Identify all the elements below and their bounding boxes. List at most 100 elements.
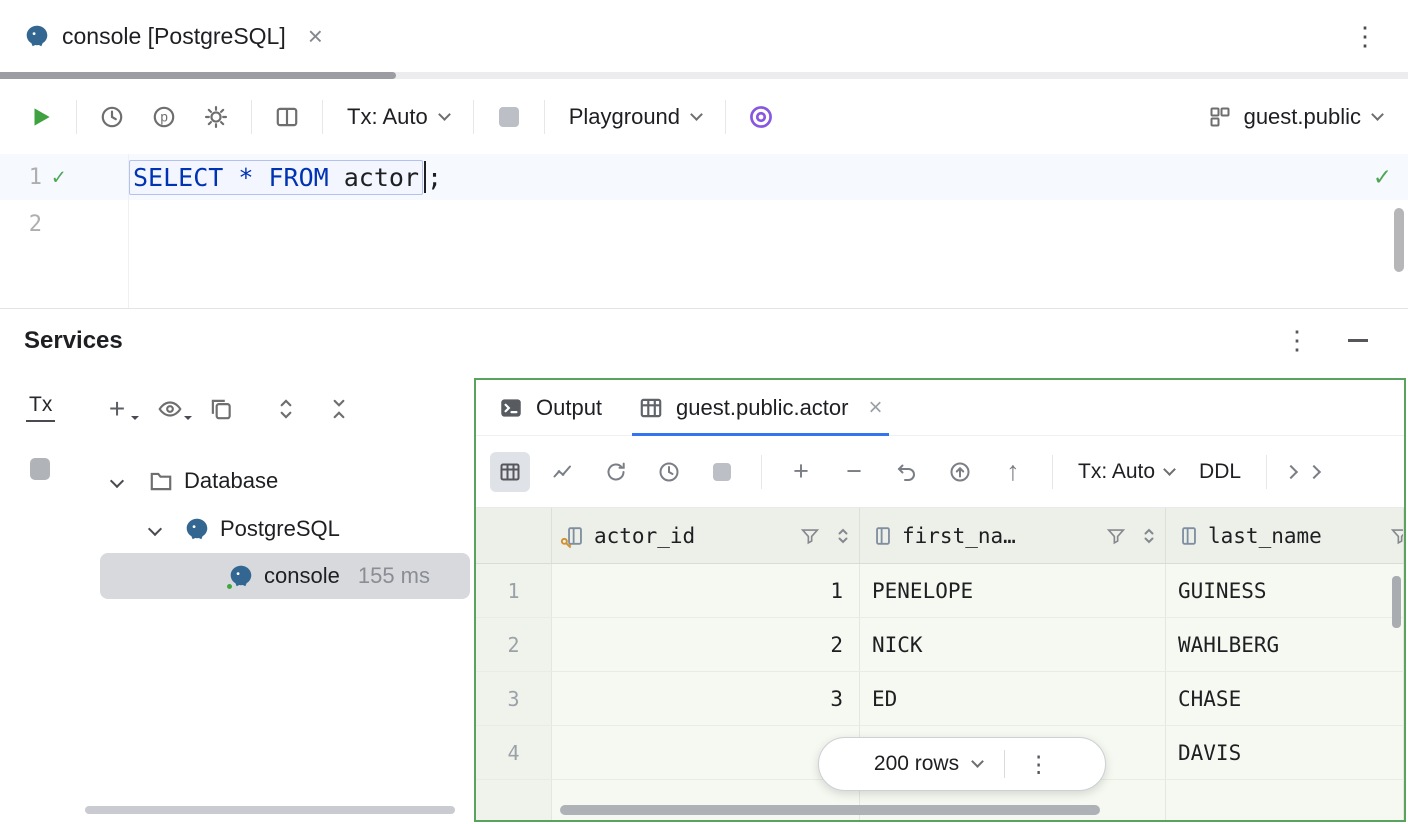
row-number-cell[interactable]: 1 bbox=[476, 564, 552, 617]
column-header-actor-id[interactable]: actor_id bbox=[552, 508, 860, 563]
undo-button[interactable] bbox=[887, 452, 927, 492]
row-number-cell bbox=[476, 780, 552, 820]
chevron-down-icon[interactable] bbox=[148, 522, 162, 536]
row-number-cell[interactable]: 4 bbox=[476, 726, 552, 779]
results-tx-dropdown[interactable]: Tx: Auto bbox=[1072, 460, 1180, 484]
postgresql-console-icon bbox=[228, 563, 254, 589]
stop-icon bbox=[499, 107, 519, 127]
filter-icon[interactable] bbox=[799, 525, 821, 547]
cell-actor-id[interactable] bbox=[552, 726, 860, 779]
view-options-button[interactable] bbox=[155, 394, 185, 424]
row-number-cell[interactable]: 2 bbox=[476, 618, 552, 671]
tree-item-label: Database bbox=[184, 468, 278, 494]
tree-item-database[interactable]: Database bbox=[0, 458, 474, 504]
stop-button[interactable] bbox=[486, 95, 532, 139]
cell-actor-id[interactable]: 2 bbox=[552, 618, 860, 671]
chevron-down-icon[interactable] bbox=[110, 474, 124, 488]
page-size-label[interactable]: 200 rows bbox=[874, 752, 959, 776]
cell-first-name[interactable]: ED bbox=[860, 672, 1166, 725]
tab-console[interactable]: console [PostgreSQL] × bbox=[16, 0, 331, 72]
playground-dropdown[interactable]: Playground bbox=[557, 104, 713, 130]
sort-icon[interactable] bbox=[835, 524, 851, 548]
chart-view-button[interactable] bbox=[543, 452, 583, 492]
tree-item-postgresql[interactable]: PostgreSQL bbox=[0, 506, 474, 552]
tree-hscrollbar-thumb[interactable] bbox=[85, 806, 455, 814]
add-row-button[interactable]: + bbox=[781, 452, 821, 492]
chevron-down-icon[interactable] bbox=[971, 755, 984, 768]
kebab-icon[interactable]: ⋮ bbox=[1338, 21, 1392, 52]
column-header-first-name[interactable]: first_na… bbox=[860, 508, 1166, 563]
eye-icon bbox=[157, 396, 183, 422]
schema-icon bbox=[1208, 105, 1232, 129]
tx-mode-dropdown[interactable]: Tx: Auto bbox=[335, 104, 461, 130]
cell-first-name[interactable]: PENELOPE bbox=[860, 564, 1166, 617]
schema-switcher[interactable]: guest.public bbox=[1208, 104, 1390, 130]
postgresql-icon bbox=[24, 23, 50, 49]
filter-icon[interactable] bbox=[1389, 525, 1404, 547]
tx-filter-button[interactable]: Tx bbox=[26, 392, 55, 422]
submit-button[interactable] bbox=[940, 452, 980, 492]
chevron-right-icon[interactable] bbox=[1307, 464, 1321, 478]
ddl-label: DDL bbox=[1199, 460, 1241, 484]
tree-item-console-selected[interactable]: console 155 ms bbox=[100, 553, 470, 599]
sort-icon[interactable] bbox=[1141, 524, 1157, 548]
close-icon[interactable]: × bbox=[308, 21, 323, 52]
sql-editor[interactable]: 1 ✓ 2 SELECT * FROM actor; ✓ bbox=[0, 154, 1408, 308]
cell-actor-id[interactable]: 3 bbox=[552, 672, 860, 725]
kebab-icon[interactable]: ⋮ bbox=[1284, 325, 1310, 356]
cell-actor-id[interactable]: 1 bbox=[552, 564, 860, 617]
row-number-cell[interactable]: 3 bbox=[476, 672, 552, 725]
refresh-button[interactable] bbox=[596, 452, 636, 492]
execution-plan-button[interactable]: p bbox=[141, 95, 187, 139]
history-button[interactable] bbox=[89, 95, 135, 139]
toolbar-separator bbox=[1266, 455, 1267, 489]
collapse-all-button[interactable] bbox=[324, 394, 354, 424]
filter-icon[interactable] bbox=[1105, 525, 1127, 547]
in-editor-results-button[interactable] bbox=[264, 95, 310, 139]
grid-hscrollbar-thumb[interactable] bbox=[560, 805, 1100, 815]
grid-view-button[interactable] bbox=[490, 452, 530, 492]
column-pk-icon bbox=[564, 525, 586, 547]
cell-last-name[interactable]: GUINESS bbox=[1166, 564, 1404, 617]
cell-last-name[interactable]: DAVIS bbox=[1166, 726, 1404, 779]
query-history-button[interactable] bbox=[649, 452, 689, 492]
editor-scrollbar-thumb[interactable] bbox=[1394, 208, 1404, 272]
row-number-header[interactable] bbox=[476, 508, 552, 563]
tab-grid-actor[interactable]: guest.public.actor × bbox=[638, 380, 882, 436]
close-icon[interactable]: × bbox=[868, 394, 882, 422]
table-row[interactable]: 1 1 PENELOPE GUINESS bbox=[476, 564, 1404, 618]
column-header-last-name[interactable]: last_name bbox=[1166, 508, 1404, 563]
line-number: 1 bbox=[0, 165, 42, 190]
cell-last-name[interactable]: CHASE bbox=[1166, 672, 1404, 725]
minimize-icon[interactable] bbox=[1348, 339, 1368, 342]
cell-first-name[interactable]: NICK bbox=[860, 618, 1166, 671]
grid-vscrollbar-thumb[interactable] bbox=[1392, 576, 1401, 628]
settings-gear-button[interactable] bbox=[193, 95, 239, 139]
code-table-name: actor bbox=[344, 163, 419, 192]
tab-output[interactable]: Output bbox=[498, 380, 602, 436]
table-row[interactable]: 3 3 ED CHASE bbox=[476, 672, 1404, 726]
inspection-ok-icon[interactable]: ✓ bbox=[1374, 162, 1390, 192]
expand-all-button[interactable] bbox=[271, 394, 301, 424]
stop-button[interactable] bbox=[702, 452, 742, 492]
connected-dot bbox=[225, 582, 234, 591]
copy-plus-icon bbox=[208, 396, 234, 422]
cell-last-name[interactable]: WAHLBERG bbox=[1166, 618, 1404, 671]
open-in-new-tab-button[interactable] bbox=[206, 394, 236, 424]
editor-tab-bar: console [PostgreSQL] × ⋮ bbox=[0, 0, 1408, 72]
ddl-button[interactable]: DDL bbox=[1193, 460, 1247, 484]
code-line[interactable]: SELECT * FROM actor; bbox=[129, 154, 442, 200]
tab-scrollbar[interactable] bbox=[0, 72, 1408, 79]
add-button[interactable]: + bbox=[102, 394, 132, 424]
services-toolbar: Tx + bbox=[0, 386, 474, 432]
chevron-down-icon bbox=[1371, 108, 1384, 121]
commit-button[interactable]: ↑ bbox=[993, 452, 1033, 492]
table-row[interactable]: 2 2 NICK WAHLBERG bbox=[476, 618, 1404, 672]
run-button[interactable] bbox=[18, 95, 64, 139]
tab-scrollbar-thumb[interactable] bbox=[0, 72, 396, 79]
chevron-right-icon[interactable] bbox=[1284, 464, 1298, 478]
console-swirl-button[interactable] bbox=[738, 95, 784, 139]
kebab-icon[interactable]: ⋮ bbox=[1027, 751, 1050, 778]
delete-row-button[interactable]: − bbox=[834, 452, 874, 492]
results-tab-bar: Output guest.public.actor × bbox=[476, 380, 1404, 436]
